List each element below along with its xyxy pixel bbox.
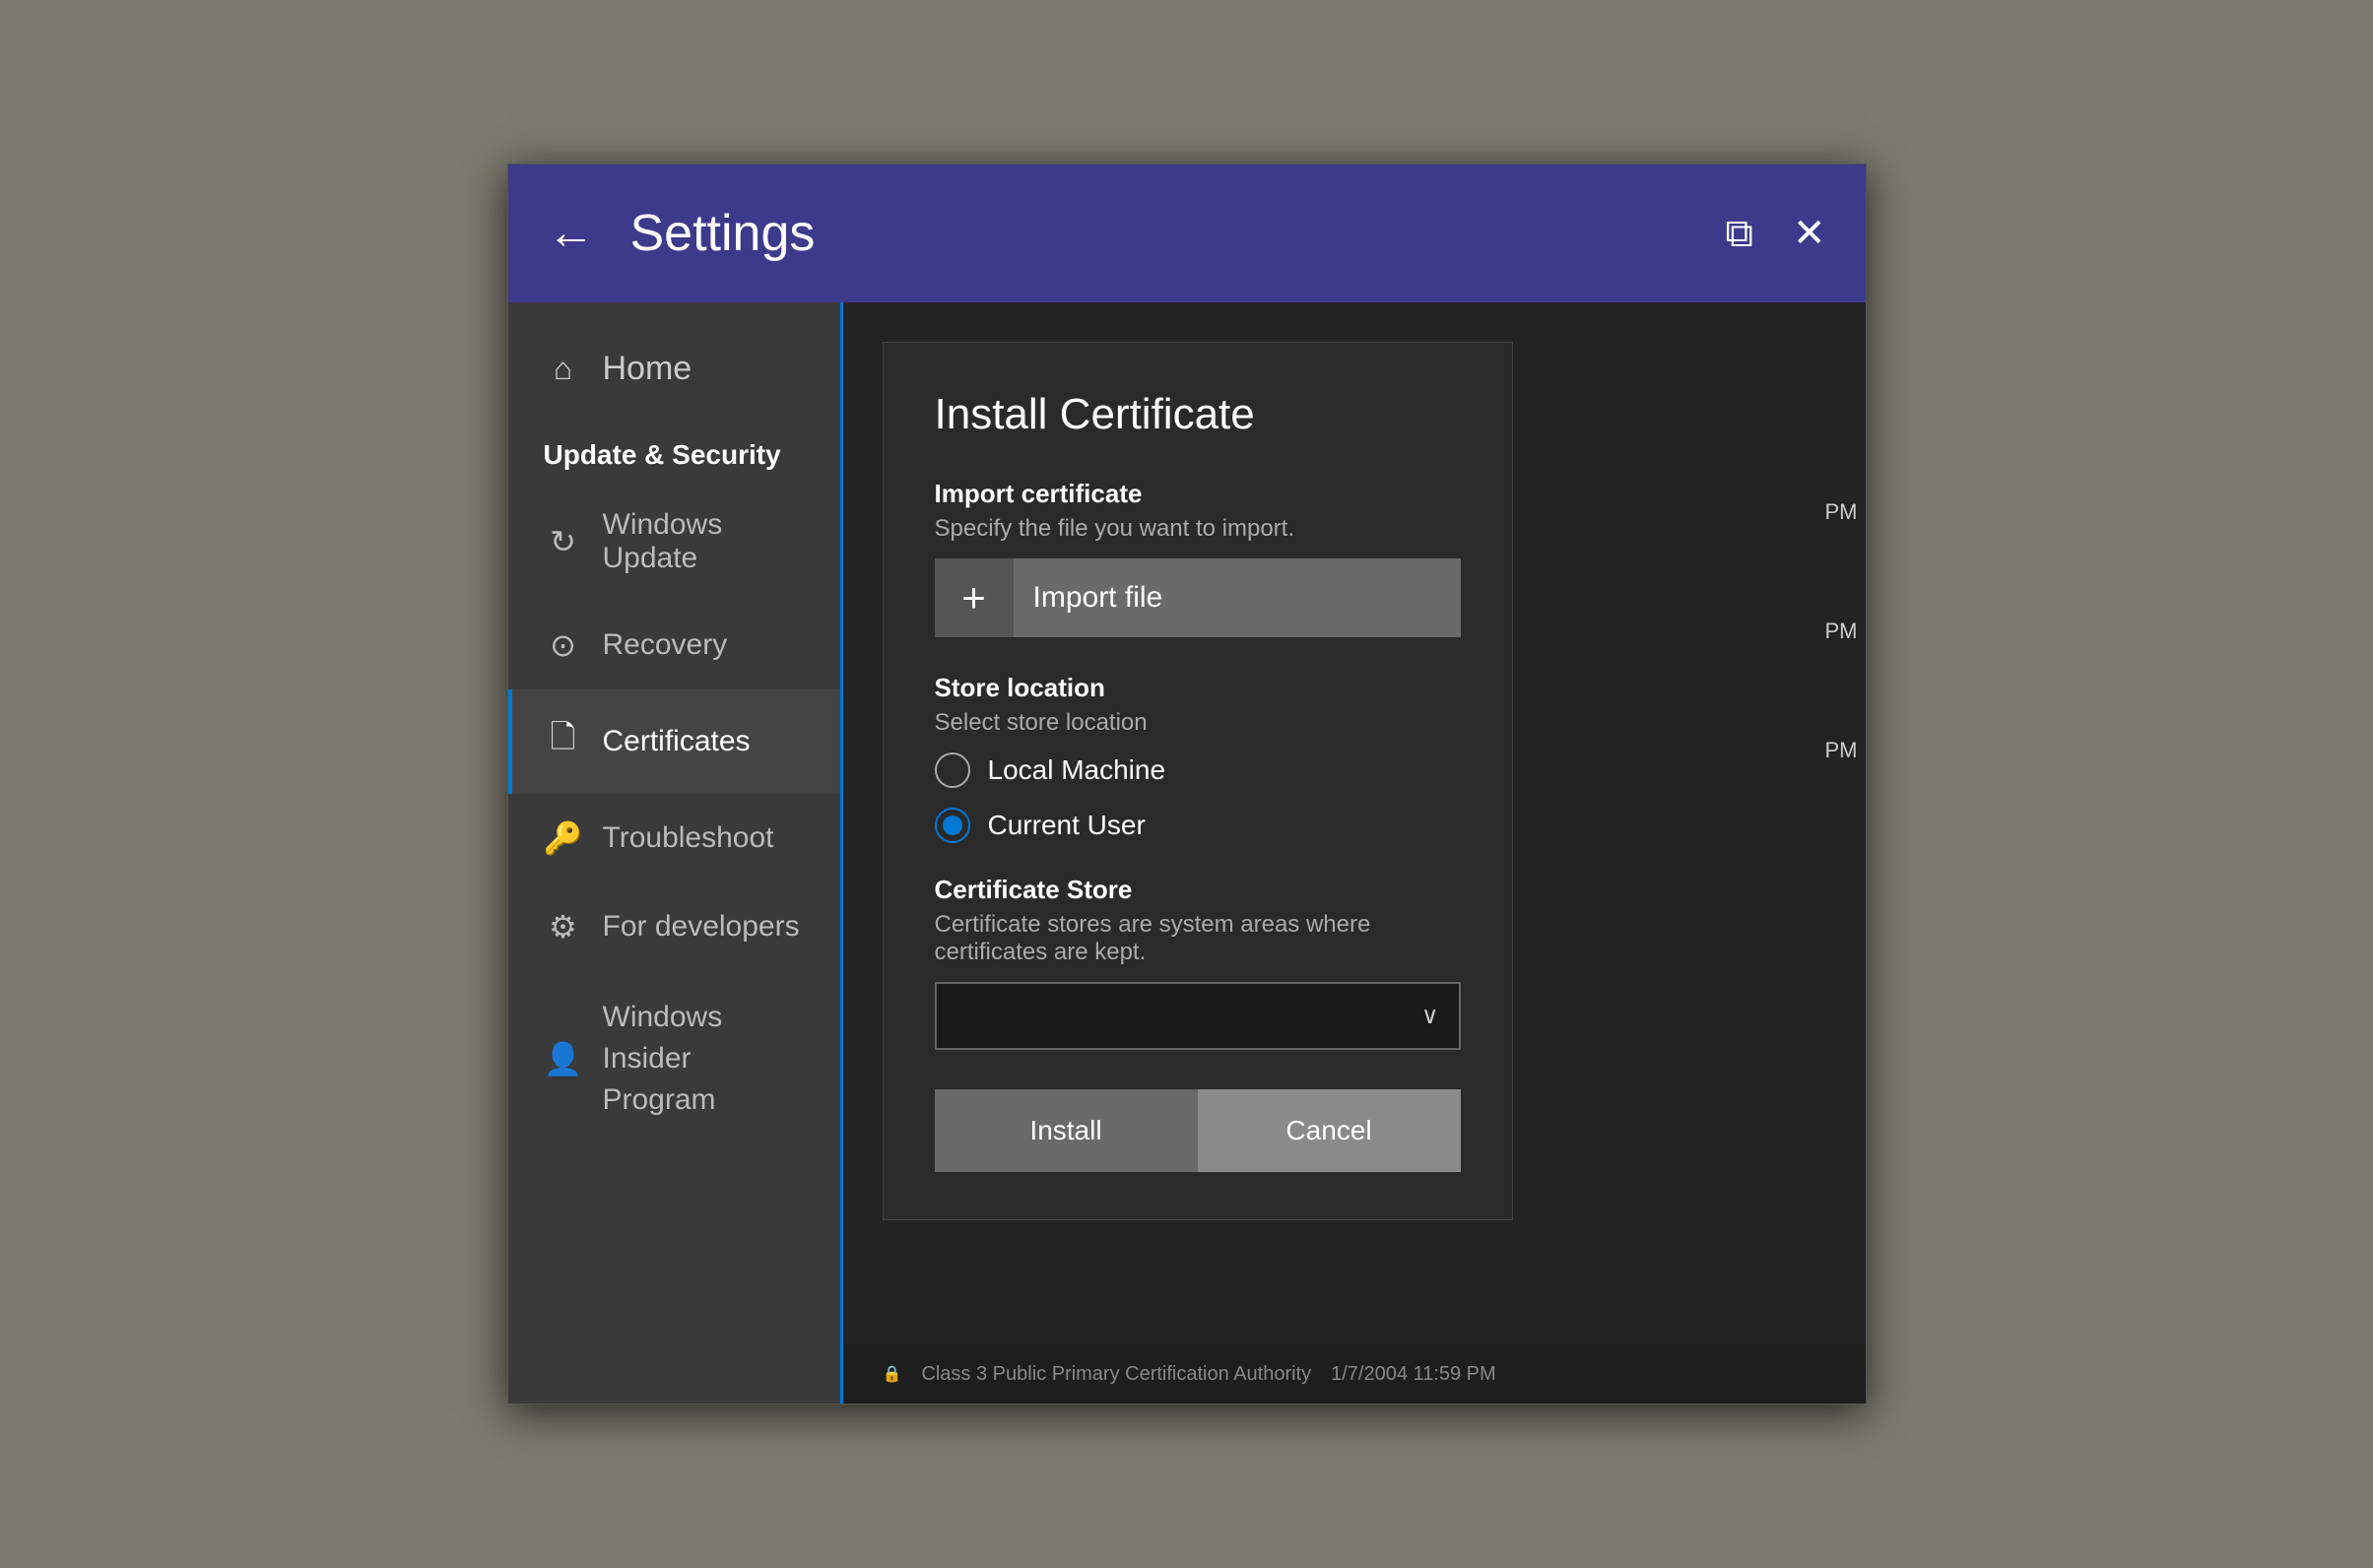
radio-group: Local Machine Current User [935, 752, 1461, 843]
cert-store-dropdown[interactable]: ∨ [935, 982, 1461, 1050]
sidebar-item-label: Certificates [603, 725, 751, 758]
cert-store-section: Certificate Store Certificate stores are… [935, 875, 1461, 1050]
import-file-button[interactable]: + Import file [935, 558, 1461, 637]
back-button[interactable]: ← [548, 210, 595, 257]
sidebar-item-troubleshoot[interactable]: 🔑 Troubleshoot [508, 794, 840, 882]
dialog-buttons: Install Cancel [935, 1089, 1461, 1172]
sidebar-item-recovery[interactable]: ⊙ Recovery [508, 601, 840, 689]
sidebar-section-title: Update & Security [508, 416, 840, 483]
content-area: ⌂ Home Update & Security ↻ Windows Updat… [508, 302, 1866, 1404]
bottom-bar: 🔒 Class 3 Public Primary Certification A… [843, 1344, 1866, 1404]
install-button[interactable]: Install [935, 1089, 1198, 1172]
cert-store-label: Certificate Store [935, 875, 1461, 905]
dropdown-arrow-icon: ∨ [1421, 1002, 1439, 1030]
sidebar-item-home[interactable]: ⌂ Home [508, 322, 840, 416]
sidebar-item-label: Windows Update [603, 508, 805, 575]
radio-circle-current [935, 808, 970, 843]
sidebar-item-certificates[interactable]: 🗋 Certificates [508, 689, 840, 794]
store-location-section: Store location Select store location Loc… [935, 673, 1461, 843]
certificates-icon: 🗋 [544, 715, 583, 768]
sidebar-item-label: Recovery [603, 628, 728, 662]
sidebar-item-for-developers[interactable]: ⚙ For developers [508, 882, 840, 971]
sidebar-home-label: Home [603, 350, 692, 388]
settings-window: ← Settings ⧉ ✕ ⌂ Home Update & Security … [507, 163, 1867, 1405]
sidebar: ⌂ Home Update & Security ↻ Windows Updat… [508, 302, 843, 1404]
windows-update-icon: ↻ [544, 523, 583, 560]
troubleshoot-icon: 🔑 [544, 819, 583, 857]
sidebar-item-label: For developers [603, 910, 800, 944]
radio-circle-local [935, 752, 970, 788]
store-location-label: Store location [935, 673, 1461, 703]
titlebar: ← Settings ⧉ ✕ [508, 164, 1866, 302]
cancel-button[interactable]: Cancel [1198, 1089, 1461, 1172]
restore-button[interactable]: ⧉ [1725, 214, 1753, 253]
cert-store-desc: Certificate stores are system areas wher… [935, 911, 1461, 966]
import-btn-label: Import file [1033, 581, 1163, 615]
radio-local-machine-label: Local Machine [988, 754, 1166, 786]
sidebar-item-windows-insider[interactable]: 👤 Windows InsiderProgram [508, 971, 840, 1146]
radio-current-user[interactable]: Current User [935, 808, 1461, 843]
titlebar-controls: ⧉ ✕ [1725, 214, 1825, 253]
store-location-desc: Select store location [935, 709, 1461, 737]
insider-icon: 👤 [544, 1040, 583, 1078]
developers-icon: ⚙ [544, 908, 583, 946]
bottom-cert-name: Class 3 Public Primary Certification Aut… [921, 1363, 1311, 1386]
sidebar-item-label: Windows InsiderProgram [603, 997, 805, 1121]
dialog-title: Install Certificate [935, 390, 1461, 439]
pm-label-2: PM [1792, 619, 1866, 644]
titlebar-title: Settings [630, 204, 1726, 263]
radio-local-machine[interactable]: Local Machine [935, 752, 1461, 788]
main-area: PM PM PM Install Certificate Import cert… [843, 302, 1866, 1404]
sidebar-item-label: Troubleshoot [603, 821, 774, 855]
pm-label-3: PM [1792, 738, 1866, 763]
bottom-cert-date: 1/7/2004 11:59 PM [1331, 1363, 1496, 1386]
import-section-label: Import certificate [935, 479, 1461, 509]
pm-label-1: PM [1792, 499, 1866, 525]
pm-labels: PM PM PM [1792, 499, 1866, 763]
import-plus-icon: + [935, 558, 1014, 637]
install-certificate-dialog: Install Certificate Import certificate S… [883, 342, 1513, 1220]
close-button[interactable]: ✕ [1793, 214, 1826, 253]
cert-icon: 🔒 [883, 1364, 902, 1384]
home-icon: ⌂ [544, 351, 583, 387]
import-section-desc: Specify the file you want to import. [935, 515, 1461, 543]
radio-current-user-label: Current User [988, 810, 1146, 841]
sidebar-item-windows-update[interactable]: ↻ Windows Update [508, 483, 840, 601]
recovery-icon: ⊙ [544, 626, 583, 664]
